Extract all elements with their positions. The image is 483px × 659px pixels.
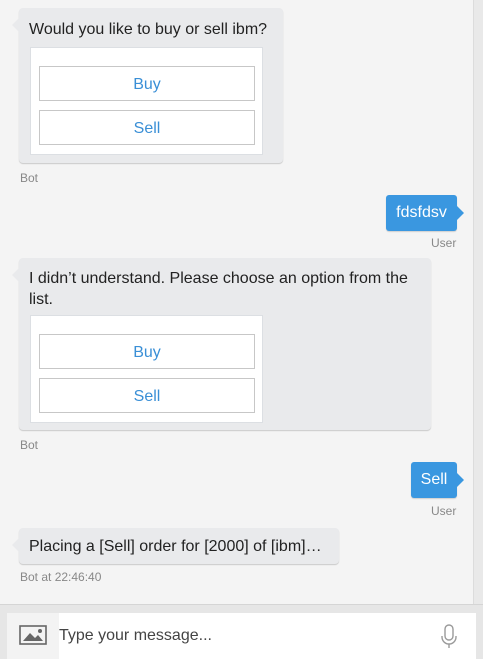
chat-transcript: Would you like to buy or sell ibm? Buy S… (0, 0, 473, 604)
bot-message-text: I didn’t understand. Please choose an op… (29, 270, 408, 308)
message-sender: User (431, 236, 457, 250)
message-timestamp: Bot at 22:46:40 (20, 570, 102, 584)
message-composer (0, 604, 483, 659)
microphone-icon (441, 624, 457, 648)
options-panel: Buy Sell (30, 47, 263, 155)
user-message-text: Sell (420, 471, 448, 488)
bot-message-text: Placing a [Sell] order for [2000] of [ib… (29, 538, 322, 555)
bot-message: Would you like to buy or sell ibm? Buy S… (12, 8, 283, 163)
message-sender: Bot (20, 438, 39, 452)
bubble-tail (12, 538, 19, 552)
microphone-button[interactable] (437, 623, 461, 651)
buy-option-button[interactable]: Buy (39, 66, 255, 101)
message-sender: User (431, 504, 457, 518)
bubble-tail (12, 268, 19, 282)
buy-option-button[interactable]: Buy (39, 334, 255, 369)
message-sender: Bot (20, 171, 39, 185)
user-message-text: fdsfdsv (396, 204, 447, 221)
composer-field (7, 613, 476, 659)
sell-option-button[interactable]: Sell (39, 378, 255, 413)
user-message: fdsfdsv (386, 195, 464, 231)
bubble-tail (457, 473, 464, 487)
bot-message-text: Would you like to buy or sell ibm? (29, 21, 268, 38)
bot-message: Placing a [Sell] order for [2000] of [ib… (12, 528, 339, 564)
options-panel: Buy Sell (30, 315, 263, 423)
message-input[interactable] (59, 613, 429, 659)
bot-message: I didn’t understand. Please choose an op… (12, 258, 431, 430)
bubble-tail (457, 206, 464, 220)
sell-option-button[interactable]: Sell (39, 110, 255, 145)
scrollbar[interactable] (473, 0, 483, 604)
bubble-tail (12, 18, 19, 32)
user-message: Sell (411, 462, 464, 498)
image-icon (19, 625, 47, 645)
attach-image-button[interactable] (7, 613, 59, 659)
